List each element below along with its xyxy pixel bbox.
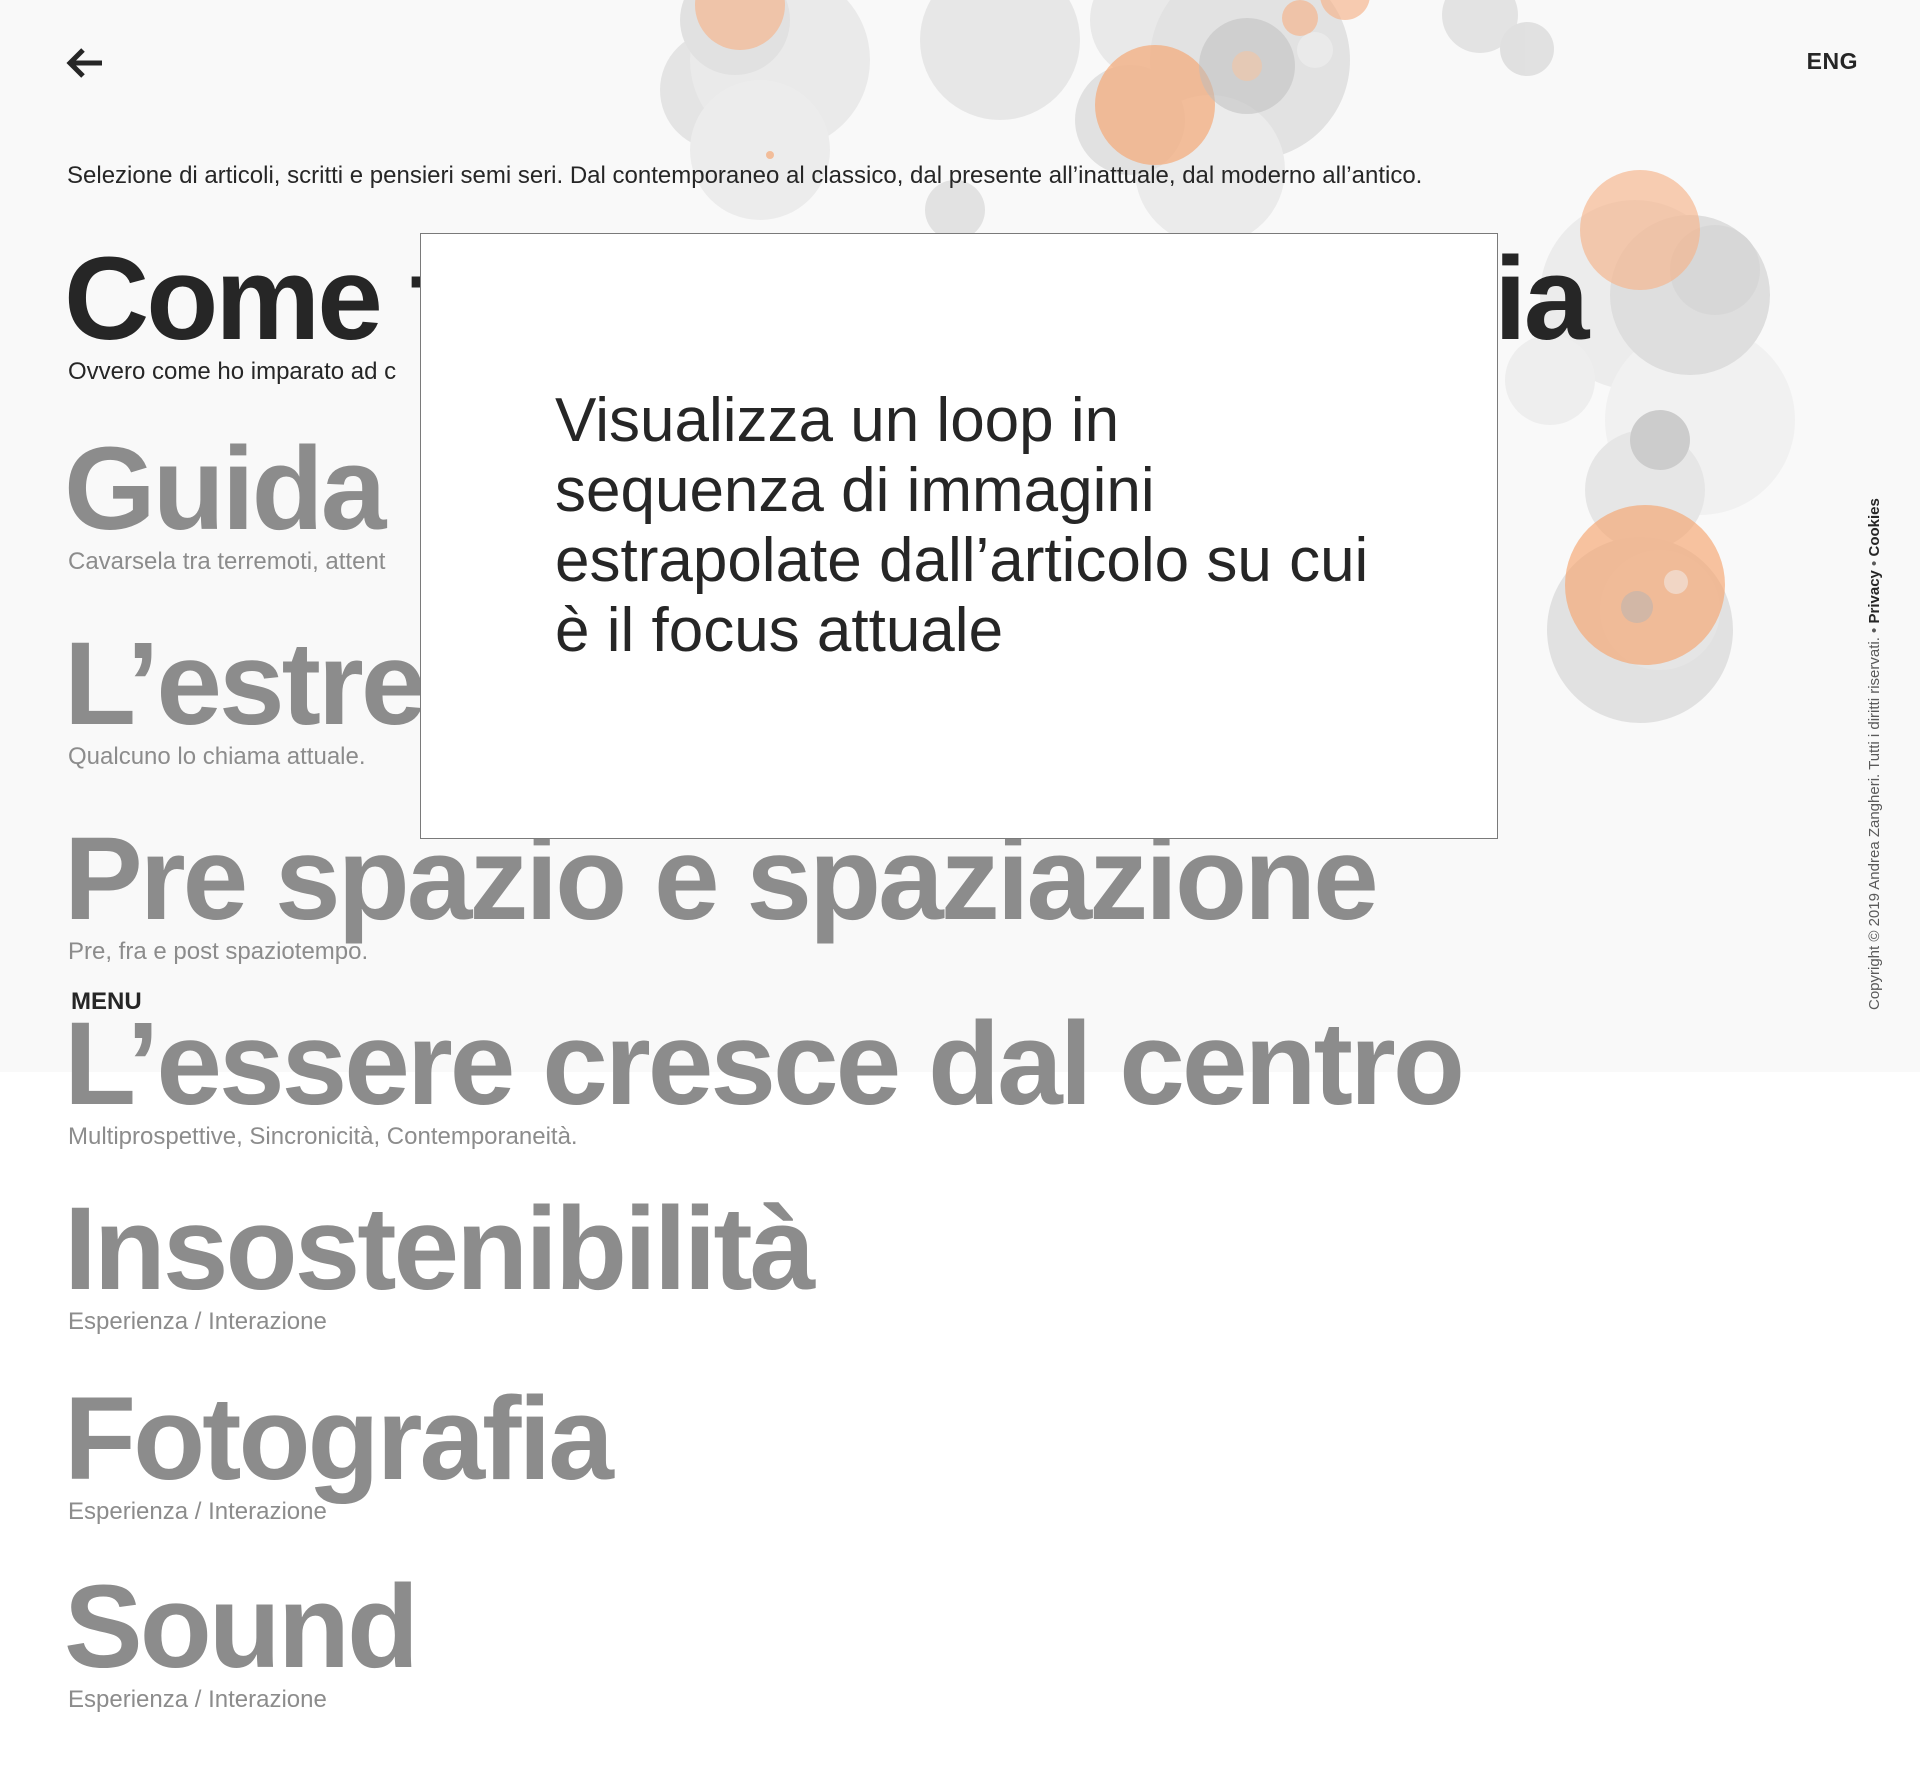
article-title: Insostenibilità [64,1183,815,1315]
cookies-link[interactable]: Cookies [1866,498,1883,556]
article-title: Fotografia [64,1373,614,1505]
article-title: Sound [64,1561,419,1693]
image-loop-overlay: Visualizza un loop in sequenza di immagi… [420,233,1498,839]
article-item-fotografia[interactable]: Fotografia Esperienza / Interazione [64,1373,614,1526]
article-item-essere-cresce[interactable]: L’essere cresce dal centro Multiprospett… [64,998,1465,1151]
article-item-insostenibilita[interactable]: Insostenibilità Esperienza / Interazione [64,1183,815,1336]
overlay-description: Visualizza un loop in sequenza di immagi… [555,386,1369,665]
article-item-estre[interactable]: L’estre Qualcuno lo chiama attuale. [64,618,426,771]
back-button[interactable] [66,46,104,80]
article-item-sound[interactable]: Sound Esperienza / Interazione [64,1561,419,1714]
copyright-text: Copyright © 2019 Andrea Zangheri. Tutti … [1866,637,1883,1010]
footer-separator: • [1866,560,1883,566]
language-switch-button[interactable]: ENG [1807,48,1858,75]
side-footer: Copyright © 2019 Andrea Zangheri. Tutti … [1866,498,1883,1010]
privacy-link[interactable]: Privacy [1866,570,1883,623]
intro-text: Selezione di articoli, scritti e pensier… [67,162,1423,189]
arrow-left-icon [66,48,102,78]
article-title: L’estre [64,618,426,750]
menu-button[interactable]: MENU [71,988,142,1016]
footer-separator: • [1866,627,1883,633]
article-title: L’essere cresce dal centro [64,998,1465,1130]
article-item-pre-spazio[interactable]: Pre spazio e spaziazione Pre, fra e post… [64,820,1379,966]
